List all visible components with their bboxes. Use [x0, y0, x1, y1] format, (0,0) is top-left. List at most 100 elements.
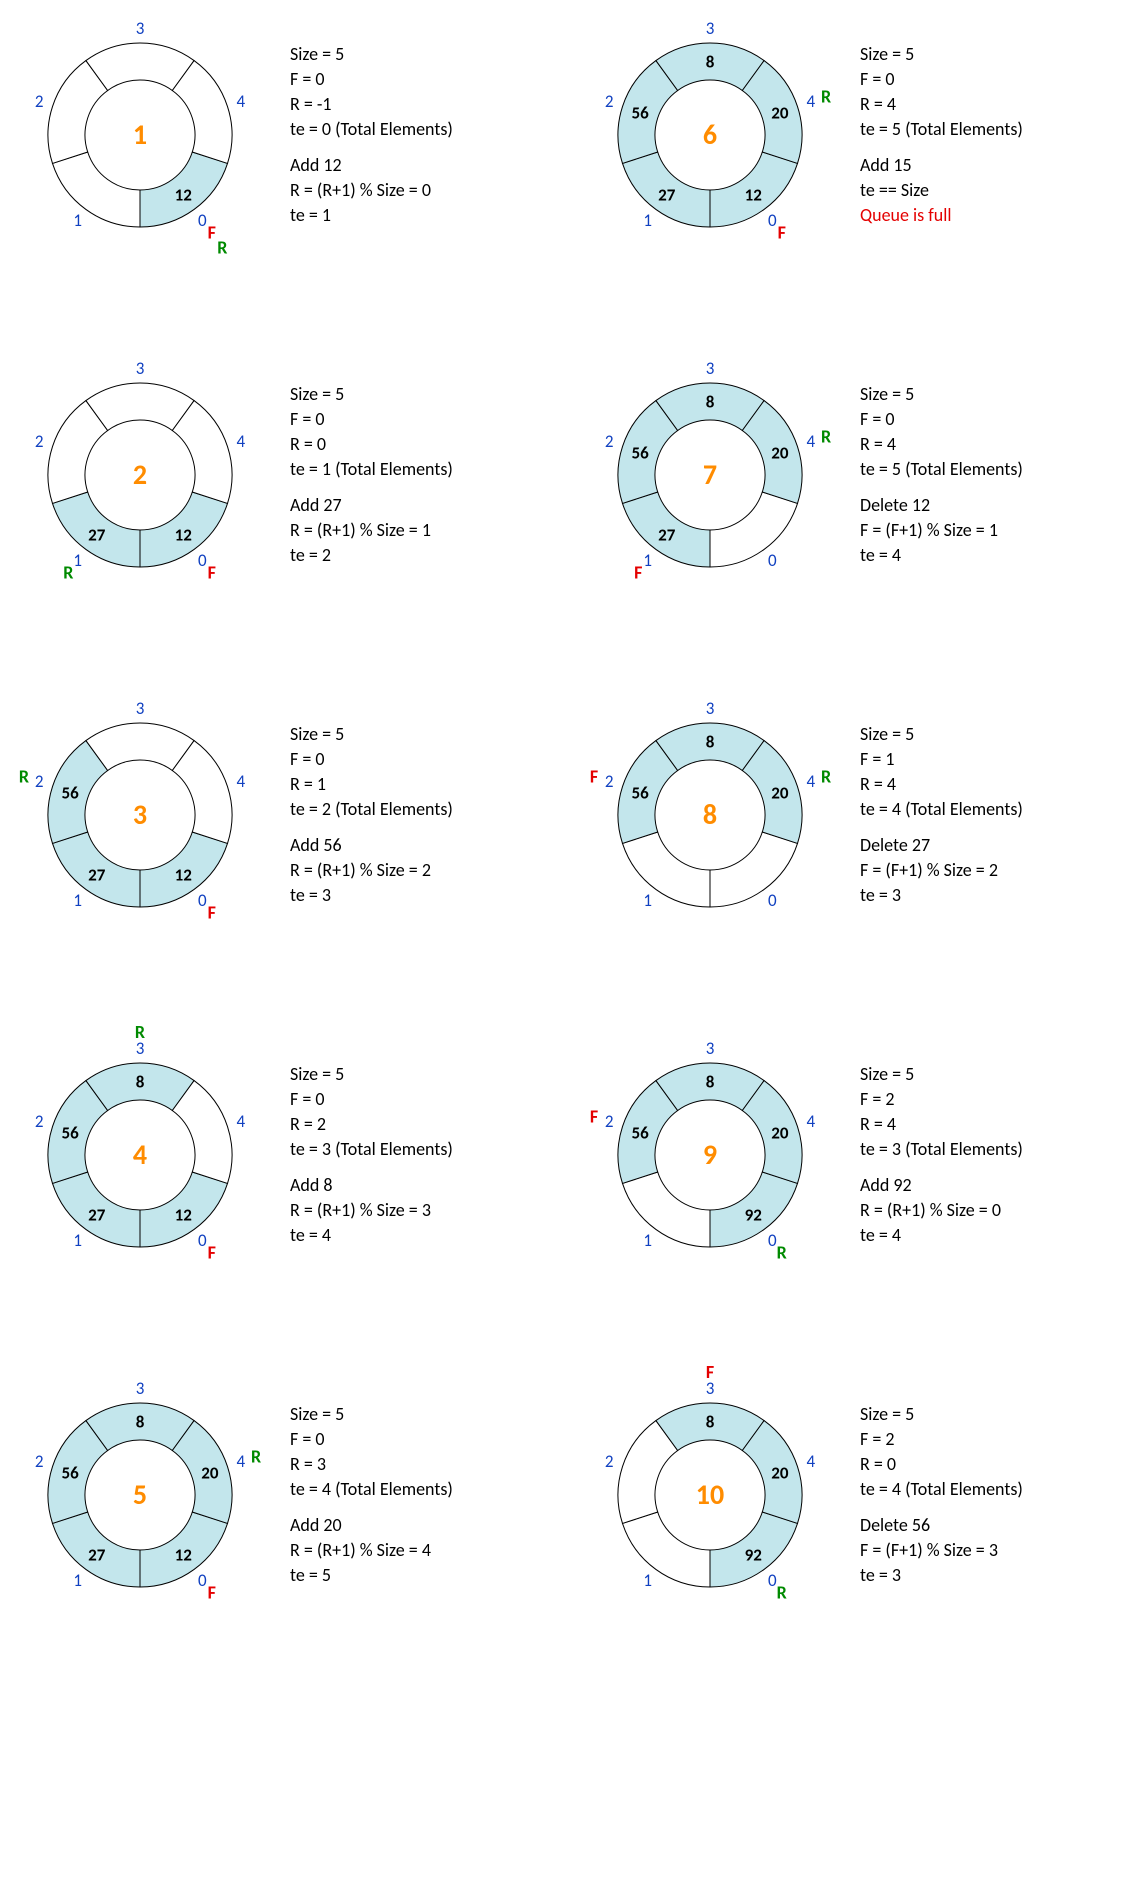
step-1: 11201234FRSize = 5F = 0R = -1te = 0 (Tot… — [20, 20, 550, 250]
queue-index-0: 0 — [198, 890, 207, 911]
queue-index-4: 4 — [236, 431, 245, 452]
operation-line: Delete 12 — [860, 493, 1023, 518]
queue-slot-0 — [710, 492, 797, 567]
operation-line: Delete 27 — [860, 833, 1023, 858]
queue-value-0: 12 — [175, 1204, 193, 1225]
operation-line: R = (R+1) % Size = 0 — [860, 1198, 1023, 1223]
step-8: 85682001234FRSize = 5F = 1R = 4te = 4 (T… — [590, 700, 1120, 930]
step-3: 312275601234FRSize = 5F = 0R = 1te = 2 (… — [20, 700, 550, 930]
step-info: Size = 5F = 1R = 4te = 4 (Total Elements… — [860, 722, 1023, 908]
ring-wrap: 85682001234FR — [590, 695, 830, 935]
queue-value-3: 8 — [706, 392, 715, 413]
rear-pointer: R — [217, 236, 227, 258]
step-info: Size = 5F = 2R = 4te = 3 (Total Elements… — [860, 1062, 1023, 1248]
operation-line: Add 15 — [860, 153, 1023, 178]
step-info: Size = 5F = 0R = 0te = 1 (Total Elements… — [290, 382, 453, 568]
queue-slot-1 — [623, 1512, 710, 1587]
state-line: te = 2 (Total Elements) — [290, 797, 453, 822]
circular-queue-ring: 512275682001234FR — [20, 1375, 260, 1615]
ring-wrap: 312275601234FR — [20, 695, 260, 935]
queue-value-1: 27 — [658, 184, 676, 205]
state-line: R = 4 — [860, 1112, 1023, 1137]
queue-index-4: 4 — [236, 91, 245, 112]
queue-index-4: 4 — [806, 771, 815, 792]
operation-line: Add 56 — [290, 833, 453, 858]
operation-block: Add 20R = (R+1) % Size = 4te = 5 — [290, 1513, 453, 1589]
queue-index-4: 4 — [236, 1451, 245, 1472]
state-line: R = -1 — [290, 92, 453, 117]
operation-line: F = (F+1) % Size = 3 — [860, 1538, 1023, 1563]
queue-index-1: 1 — [643, 1230, 652, 1251]
state-line: Size = 5 — [290, 1402, 453, 1427]
state-block: Size = 5F = 2R = 4te = 3 (Total Elements… — [860, 1062, 1023, 1163]
state-line: te = 4 (Total Elements) — [860, 1477, 1023, 1502]
queue-value-0: 12 — [175, 864, 193, 885]
error-line: Queue is full — [860, 203, 1023, 228]
state-line: te = 5 (Total Elements) — [860, 457, 1023, 482]
step-number: 8 — [703, 797, 717, 832]
state-line: R = 0 — [290, 432, 453, 457]
front-pointer: F — [208, 1242, 216, 1264]
queue-value-2: 56 — [61, 1462, 79, 1483]
queue-index-2: 2 — [605, 431, 614, 452]
queue-value-4: 20 — [771, 102, 789, 123]
state-line: R = 4 — [860, 772, 1023, 797]
queue-index-2: 2 — [605, 91, 614, 112]
queue-index-0: 0 — [198, 210, 207, 231]
state-line: Size = 5 — [860, 382, 1023, 407]
queue-slot-1 — [623, 832, 710, 907]
step-2: 2122701234FRSize = 5F = 0R = 0te = 1 (To… — [20, 360, 550, 590]
front-pointer: F — [634, 562, 642, 584]
state-block: Size = 5F = 1R = 4te = 4 (Total Elements… — [860, 722, 1023, 823]
step-number: 7 — [703, 457, 717, 492]
operation-line: Add 92 — [860, 1173, 1023, 1198]
queue-index-4: 4 — [806, 1451, 815, 1472]
queue-value-3: 8 — [136, 1072, 145, 1093]
state-line: Size = 5 — [860, 42, 1023, 67]
front-pointer: F — [778, 222, 786, 244]
queue-index-0: 0 — [198, 550, 207, 571]
step-number: 10 — [696, 1477, 724, 1512]
ring-wrap: 4122756801234FR — [20, 1035, 260, 1275]
queue-index-3: 3 — [136, 1378, 145, 1399]
step-number: 9 — [703, 1137, 717, 1172]
queue-value-1: 27 — [88, 1204, 106, 1225]
queue-index-0: 0 — [198, 1570, 207, 1591]
circular-queue-ring: 9925682001234FR — [590, 1035, 830, 1275]
queue-index-1: 1 — [643, 1570, 652, 1591]
operation-line: te = 2 — [290, 543, 453, 568]
ring-wrap: 612275682001234FR — [590, 15, 830, 255]
operation-line: F = (F+1) % Size = 2 — [860, 858, 1023, 883]
queue-index-2: 2 — [605, 771, 614, 792]
queue-value-1: 27 — [88, 864, 106, 885]
queue-value-1: 27 — [658, 524, 676, 545]
queue-value-0: 12 — [175, 184, 193, 205]
step-number: 1 — [133, 117, 147, 152]
state-line: te = 5 (Total Elements) — [860, 117, 1023, 142]
operation-line: te == Size — [860, 178, 1023, 203]
step-9: 9925682001234FRSize = 5F = 2R = 4te = 3 … — [590, 1040, 1120, 1270]
queue-value-0: 12 — [745, 184, 763, 205]
queue-index-0: 0 — [198, 1230, 207, 1251]
state-line: F = 0 — [290, 1427, 453, 1452]
circular-queue-ring: 85682001234FR — [590, 695, 830, 935]
front-pointer: F — [706, 1361, 714, 1383]
queue-value-0: 92 — [745, 1544, 763, 1565]
operation-block: Add 15te == SizeQueue is full — [860, 153, 1023, 229]
state-line: F = 0 — [290, 67, 453, 92]
operation-line: te = 5 — [290, 1563, 453, 1588]
queue-index-1: 1 — [73, 210, 82, 231]
rear-pointer: R — [821, 85, 831, 107]
state-block: Size = 5F = 0R = 0te = 1 (Total Elements… — [290, 382, 453, 483]
front-pointer: F — [208, 902, 216, 924]
queue-slot-1 — [623, 1172, 710, 1247]
state-line: te = 0 (Total Elements) — [290, 117, 453, 142]
queue-index-3: 3 — [706, 698, 715, 719]
operation-line: Delete 56 — [860, 1513, 1023, 1538]
queue-value-0: 92 — [745, 1204, 763, 1225]
ring-wrap: 2122701234FR — [20, 355, 260, 595]
queue-value-2: 56 — [631, 102, 649, 123]
step-info: Size = 5F = 0R = -1te = 0 (Total Element… — [290, 42, 453, 228]
operation-line: te = 3 — [290, 883, 453, 908]
step-number: 5 — [133, 1477, 147, 1512]
